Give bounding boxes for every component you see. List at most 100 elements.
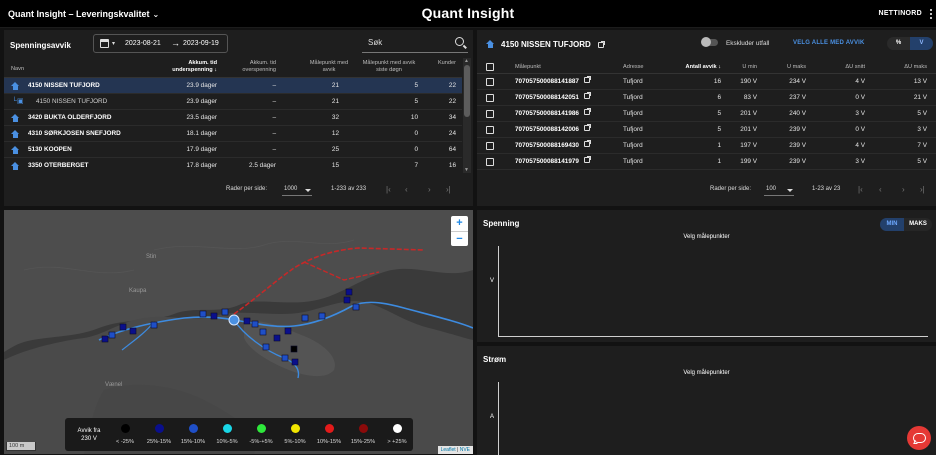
search-input[interactable]: Søk [362, 34, 468, 53]
row-checkbox[interactable] [486, 158, 494, 166]
metering-point-marker[interactable] [281, 354, 289, 362]
open-external-icon[interactable] [583, 156, 591, 164]
metering-point-marker[interactable] [150, 321, 158, 329]
more-menu-icon[interactable] [928, 8, 934, 20]
table-row[interactable]: 4150 NISSEN TUFJORD 23.9 dager – 21 5 22 [4, 78, 462, 94]
prev-page-icon[interactable]: ‹ [405, 185, 408, 194]
next-page-icon[interactable]: › [428, 185, 431, 194]
table-scrollbar[interactable]: ▲ ▼ [463, 58, 471, 173]
table-row[interactable]: 707057500088142051 Tufjord 6 83 V 237 V 0 V 21… [477, 90, 936, 106]
last-page-icon[interactable]: ›| [920, 185, 925, 194]
last-page-icon[interactable]: ›| [446, 185, 451, 194]
scrollbar-thumb[interactable] [464, 65, 470, 117]
exclude-outages-toggle[interactable] [701, 37, 718, 47]
unit-volt-button[interactable]: V [910, 37, 933, 50]
under-voltage-time: 23.5 dager [186, 114, 217, 121]
nve-link[interactable]: NVE [460, 447, 470, 453]
row-checkbox[interactable] [486, 110, 494, 118]
open-external-icon[interactable] [583, 76, 591, 84]
select-all-deviation-button[interactable]: VELG ALLE MED AVVIK [793, 40, 865, 46]
metering-point-marker[interactable] [108, 331, 116, 339]
col-u-max[interactable]: U maks [771, 64, 806, 71]
min-button[interactable]: MIN [880, 218, 904, 231]
metering-point-marker[interactable] [345, 288, 353, 296]
date-range-picker[interactable]: ▾ 2023-08-21 → 2023-09-19 [93, 34, 228, 53]
col-du-avg[interactable]: ΔU snitt [830, 64, 865, 71]
table-row[interactable]: 707057500088142006 Tufjord 5 201 V 239 V 0 V 3… [477, 122, 936, 138]
metering-point-marker[interactable] [251, 320, 259, 328]
legend-label: 10%-15% [316, 439, 342, 445]
table-row[interactable]: └▣ 4150 NISSEN TUFJORD 23.9 dager – 21 5 22 [4, 94, 462, 110]
col-mp-deviation[interactable]: Målepunkt med avvik [299, 60, 359, 74]
metering-point-marker[interactable] [199, 310, 207, 318]
row-checkbox[interactable] [486, 78, 494, 86]
metering-point-marker[interactable] [284, 327, 292, 335]
col-name[interactable]: Navn [11, 66, 24, 73]
customer-count: 34 [448, 114, 456, 121]
metering-point-marker[interactable] [318, 312, 326, 320]
table-row[interactable]: 707057500088141986 Tufjord 5 201 V 240 V 3 V 5… [477, 106, 936, 122]
open-external-icon[interactable] [583, 124, 591, 132]
metering-point-marker[interactable] [101, 335, 109, 343]
table-row[interactable]: 3350 OTERBERGET 17.8 dager 2.5 dager 15 7 16 [4, 158, 462, 172]
col-address[interactable]: Adresse [623, 64, 644, 71]
metering-point-marker[interactable] [301, 314, 309, 322]
metering-point-marker[interactable] [221, 308, 229, 316]
row-checkbox[interactable] [486, 94, 494, 102]
metering-point-marker[interactable] [273, 334, 281, 342]
table-row[interactable]: 707057500088169430 Tufjord 1 197 V 239 V 4 V 7… [477, 138, 936, 154]
row-checkbox[interactable] [486, 142, 494, 150]
col-du-max[interactable]: ΔU maks [882, 64, 927, 71]
substation-table-body: 4150 NISSEN TUFJORD 23.9 dager – 21 5 22 └▣ 415… [4, 78, 462, 172]
metering-point-marker[interactable] [262, 343, 270, 351]
max-button[interactable]: MAKS [904, 218, 932, 231]
rows-per-page-select[interactable]: 1000 [282, 184, 312, 196]
first-page-icon[interactable]: |‹ [386, 185, 391, 194]
table-row[interactable]: 707057500088141979 Tufjord 1 199 V 239 V 3 V 5… [477, 154, 936, 170]
open-external-icon[interactable] [583, 92, 591, 100]
home-icon [11, 114, 20, 122]
table-row[interactable]: 5130 KOOPEN 17.9 dager – 25 0 64 [4, 142, 462, 158]
metering-point-marker[interactable] [352, 303, 360, 311]
metering-point-marker[interactable] [119, 323, 127, 331]
table-row[interactable]: 4310 SØRKJOSEN SNEFJORD 18.1 dager – 12 0 24 [4, 126, 462, 142]
zoom-in-button[interactable]: + [451, 216, 468, 231]
substation-marker[interactable] [228, 314, 240, 326]
col-customers[interactable]: Kunder [424, 60, 456, 67]
search-icon[interactable] [455, 37, 464, 46]
zoom-out-button[interactable]: − [451, 231, 468, 246]
col-metering-point[interactable]: Målepunkt [515, 64, 541, 71]
metering-point-marker[interactable] [343, 296, 351, 304]
chat-icon[interactable] [907, 426, 931, 450]
metering-point-marker[interactable] [259, 328, 267, 336]
scroll-up-icon[interactable]: ▲ [464, 58, 469, 64]
col-under-voltage[interactable]: Akkum. tid underspenning ↓ [149, 60, 217, 74]
table-row[interactable]: 707057500088141887 Tufjord 16 190 V 234 V 4 V… [477, 74, 936, 90]
first-page-icon[interactable]: |‹ [858, 185, 863, 194]
table-pagination: Rader per side: 1000 1-233 av 233 |‹ ‹ ›… [4, 184, 473, 198]
legend-item: 15%-10% [177, 424, 209, 445]
leaflet-link[interactable]: Leaflet [441, 447, 456, 453]
col-u-min[interactable]: U min [722, 64, 757, 71]
unit-percent-button[interactable]: % [887, 37, 910, 50]
prev-page-icon[interactable]: ‹ [879, 185, 882, 194]
select-all-checkbox[interactable] [486, 63, 494, 71]
scroll-down-icon[interactable]: ▼ [464, 167, 469, 173]
col-over-voltage[interactable]: Akkum. tid overspenning [224, 60, 276, 74]
col-deviation-count[interactable]: Antall avvik ↓ [671, 64, 721, 71]
open-external-icon[interactable] [583, 140, 591, 148]
open-external-icon[interactable] [583, 108, 591, 116]
metering-point-marker[interactable] [210, 312, 218, 320]
row-checkbox[interactable] [486, 126, 494, 134]
network-map[interactable]: Stin Kaupa Vænel + − Avvik fra 230 V < -… [4, 210, 473, 454]
col-mp-last-day[interactable]: Målepunkt med avvik siste døgn [354, 60, 424, 74]
next-page-icon[interactable]: › [902, 185, 905, 194]
metering-point-marker[interactable] [243, 317, 251, 325]
metering-point-marker[interactable] [290, 345, 298, 353]
rows-per-page-select[interactable]: 100 [764, 184, 794, 196]
open-external-icon[interactable] [598, 40, 606, 48]
metering-point-marker[interactable] [291, 358, 299, 366]
u-max: 234 V [789, 78, 806, 85]
metering-point-marker[interactable] [129, 327, 137, 335]
table-row[interactable]: 3420 BUKTA OLDERFJORD 23.5 dager – 32 10 34 [4, 110, 462, 126]
